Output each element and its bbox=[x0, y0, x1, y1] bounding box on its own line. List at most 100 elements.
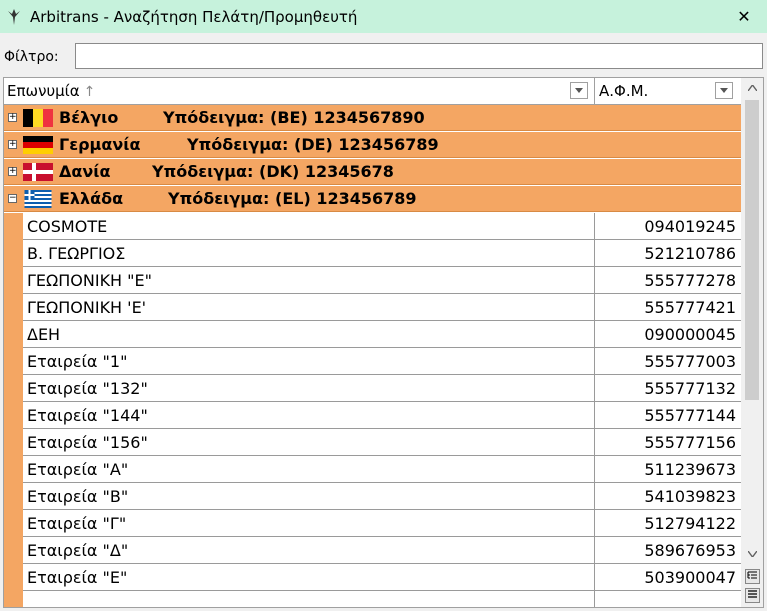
row-afm-cell[interactable]: 511239673 bbox=[595, 456, 741, 483]
afm-filter-dropdown-button[interactable] bbox=[715, 82, 733, 99]
table-row[interactable]: Εταιρεία "Γ" 512794122 bbox=[4, 510, 741, 537]
filter-input[interactable] bbox=[75, 43, 763, 69]
table-row[interactable]: Εταιρεία "Δ" 589676953 bbox=[4, 537, 741, 564]
row-afm-cell[interactable]: 555777132 bbox=[595, 375, 741, 402]
group-indent bbox=[4, 321, 23, 348]
row-name-cell[interactable]: Εταιρεία "132" bbox=[23, 375, 595, 402]
expand-toggle[interactable]: + bbox=[8, 140, 17, 149]
row-name-cell[interactable]: ΓΕΩΠΟΝΙΚΗ 'Ε' bbox=[23, 294, 595, 321]
row-name-cell[interactable]: Εταιρεία "Α" bbox=[23, 456, 595, 483]
vertical-scrollbar[interactable] bbox=[741, 78, 763, 607]
row-afm-cell[interactable]: 094019245 bbox=[595, 213, 741, 240]
group-row-greece[interactable]: − Ελλάδα Υπόδειγμα: (EL) 123456789 bbox=[4, 186, 741, 212]
column-header-name-label: Επωνυμία bbox=[7, 82, 80, 100]
table-row[interactable]: ΓΕΩΠΟΝΙΚΗ "Ε" 555777278 bbox=[4, 267, 741, 294]
table-row[interactable]: ΔΕΗ 090000045 bbox=[4, 321, 741, 348]
collapse-toggle[interactable]: − bbox=[8, 194, 17, 203]
group-indent bbox=[4, 537, 23, 564]
group-indent bbox=[4, 375, 23, 402]
table-row[interactable]: Εταιρεία "144" 555777144 bbox=[4, 402, 741, 429]
table-row[interactable] bbox=[4, 591, 741, 607]
expand-toggle[interactable]: + bbox=[8, 113, 17, 122]
group-country: Γερμανία bbox=[59, 135, 141, 154]
close-button[interactable]: ✕ bbox=[721, 0, 767, 33]
scroll-up-icon[interactable] bbox=[741, 78, 763, 98]
collapse-all-icon bbox=[748, 590, 757, 598]
expand-all-icon bbox=[747, 571, 757, 579]
group-indent bbox=[4, 294, 23, 321]
app-logo-icon bbox=[6, 8, 22, 25]
row-name-cell[interactable]: Εταιρεία "Β" bbox=[23, 483, 595, 510]
group-indent bbox=[4, 213, 23, 240]
table-row[interactable]: Εταιρεία "Α" 511239673 bbox=[4, 456, 741, 483]
row-name-cell[interactable]: COSMOTE bbox=[23, 213, 595, 240]
row-afm-cell[interactable]: 090000045 bbox=[595, 321, 741, 348]
row-afm-cell[interactable]: 555777003 bbox=[595, 348, 741, 375]
row-afm-cell[interactable]: 512794122 bbox=[595, 510, 741, 537]
filter-label: Φίλτρο: bbox=[4, 49, 59, 65]
group-row-germany[interactable]: + Γερμανία Υπόδειγμα: (DE) 123456789 bbox=[4, 132, 741, 158]
row-afm-cell[interactable]: 555777278 bbox=[595, 267, 741, 294]
scroll-down-icon[interactable] bbox=[741, 544, 763, 564]
filter-row: Φίλτρο: bbox=[0, 42, 767, 72]
group-row-denmark[interactable]: + Δανία Υπόδειγμα: (DK) 12345678 bbox=[4, 159, 741, 185]
group-indent bbox=[4, 564, 23, 591]
group-row-belgium[interactable]: + Βέλγιο Υπόδειγμα: (BE) 1234567890 bbox=[4, 105, 741, 131]
row-afm-cell[interactable]: 503900047 bbox=[595, 564, 741, 591]
expand-toggle[interactable]: + bbox=[8, 167, 17, 176]
group-vat-example: Υπόδειγμα: (EL) 123456789 bbox=[168, 189, 417, 208]
table-row[interactable]: Εταιρεία "1" 555777003 bbox=[4, 348, 741, 375]
row-name-cell[interactable]: Εταιρεία "156" bbox=[23, 429, 595, 456]
row-afm-cell[interactable]: 555777144 bbox=[595, 402, 741, 429]
row-name-cell[interactable]: Εταιρεία "Ε" bbox=[23, 564, 595, 591]
row-name-cell[interactable]: Εταιρεία "Δ" bbox=[23, 537, 595, 564]
group-indent bbox=[4, 591, 23, 607]
row-afm-cell[interactable]: 555777421 bbox=[595, 294, 741, 321]
sort-ascending-icon: ↑ bbox=[83, 84, 96, 100]
row-afm-cell[interactable] bbox=[595, 591, 741, 607]
group-indent bbox=[4, 402, 23, 429]
column-header-name[interactable]: Επωνυμία ↑ bbox=[4, 78, 595, 104]
row-name-cell[interactable]: ΔΕΗ bbox=[23, 321, 595, 348]
name-filter-dropdown-button[interactable] bbox=[570, 82, 588, 99]
row-afm-cell[interactable]: 555777156 bbox=[595, 429, 741, 456]
column-header-afm[interactable]: Α.Φ.Μ. bbox=[595, 78, 741, 104]
row-name-cell[interactable]: ΓΕΩΠΟΝΙΚΗ "Ε" bbox=[23, 267, 595, 294]
table-row[interactable]: COSMOTE 094019245 bbox=[4, 213, 741, 240]
group-indent bbox=[4, 429, 23, 456]
table-row[interactable]: Β. ΓΕΩΡΓΙΟΣ 521210786 bbox=[4, 240, 741, 267]
column-header-afm-label: Α.Φ.Μ. bbox=[599, 82, 649, 100]
row-name-cell[interactable]: Εταιρεία "1" bbox=[23, 348, 595, 375]
row-name-cell[interactable]: Εταιρεία "144" bbox=[23, 402, 595, 429]
row-name-cell[interactable]: Β. ΓΕΩΡΓΙΟΣ bbox=[23, 240, 595, 267]
group-vat-example: Υπόδειγμα: (DK) 12345678 bbox=[152, 162, 394, 181]
window-title: Arbitrans - Αναζήτηση Πελάτη/Προμηθευτή bbox=[30, 7, 358, 26]
row-name-cell[interactable] bbox=[23, 591, 595, 607]
row-afm-cell[interactable]: 521210786 bbox=[595, 240, 741, 267]
table-row[interactable]: Εταιρεία "132" 555777132 bbox=[4, 375, 741, 402]
table-row[interactable]: Εταιρεία "Β" 541039823 bbox=[4, 483, 741, 510]
germany-flag-icon bbox=[23, 136, 53, 154]
table-row[interactable]: Εταιρεία "Ε" 503900047 bbox=[4, 564, 741, 591]
results-grid: Επωνυμία ↑ Α.Φ.Μ. + Βέλγιο Υπόδειγμα: (BE… bbox=[3, 77, 764, 608]
greece-flag-icon bbox=[24, 190, 52, 208]
table-row[interactable]: ΓΕΩΠΟΝΙΚΗ 'Ε' 555777421 bbox=[4, 294, 741, 321]
grid-header: Επωνυμία ↑ Α.Φ.Μ. bbox=[4, 78, 741, 105]
row-name-cell[interactable]: Εταιρεία "Γ" bbox=[23, 510, 595, 537]
group-indent bbox=[4, 348, 23, 375]
expand-all-button[interactable] bbox=[745, 569, 760, 584]
row-afm-cell[interactable]: 589676953 bbox=[595, 537, 741, 564]
scrollbar-thumb[interactable] bbox=[745, 100, 759, 400]
belgium-flag-icon bbox=[23, 109, 53, 127]
group-country: Βέλγιο bbox=[59, 108, 119, 127]
collapse-all-button[interactable] bbox=[745, 588, 760, 603]
close-icon: ✕ bbox=[737, 7, 751, 26]
title-bar: Arbitrans - Αναζήτηση Πελάτη/Προμηθευτή … bbox=[0, 0, 767, 33]
group-country: Ελλάδα bbox=[59, 189, 124, 208]
row-afm-cell[interactable]: 541039823 bbox=[595, 483, 741, 510]
denmark-flag-icon bbox=[23, 163, 53, 181]
table-row[interactable]: Εταιρεία "156" 555777156 bbox=[4, 429, 741, 456]
group-indent bbox=[4, 510, 23, 537]
group-vat-example: Υπόδειγμα: (BE) 1234567890 bbox=[163, 108, 425, 127]
group-indent bbox=[4, 240, 23, 267]
